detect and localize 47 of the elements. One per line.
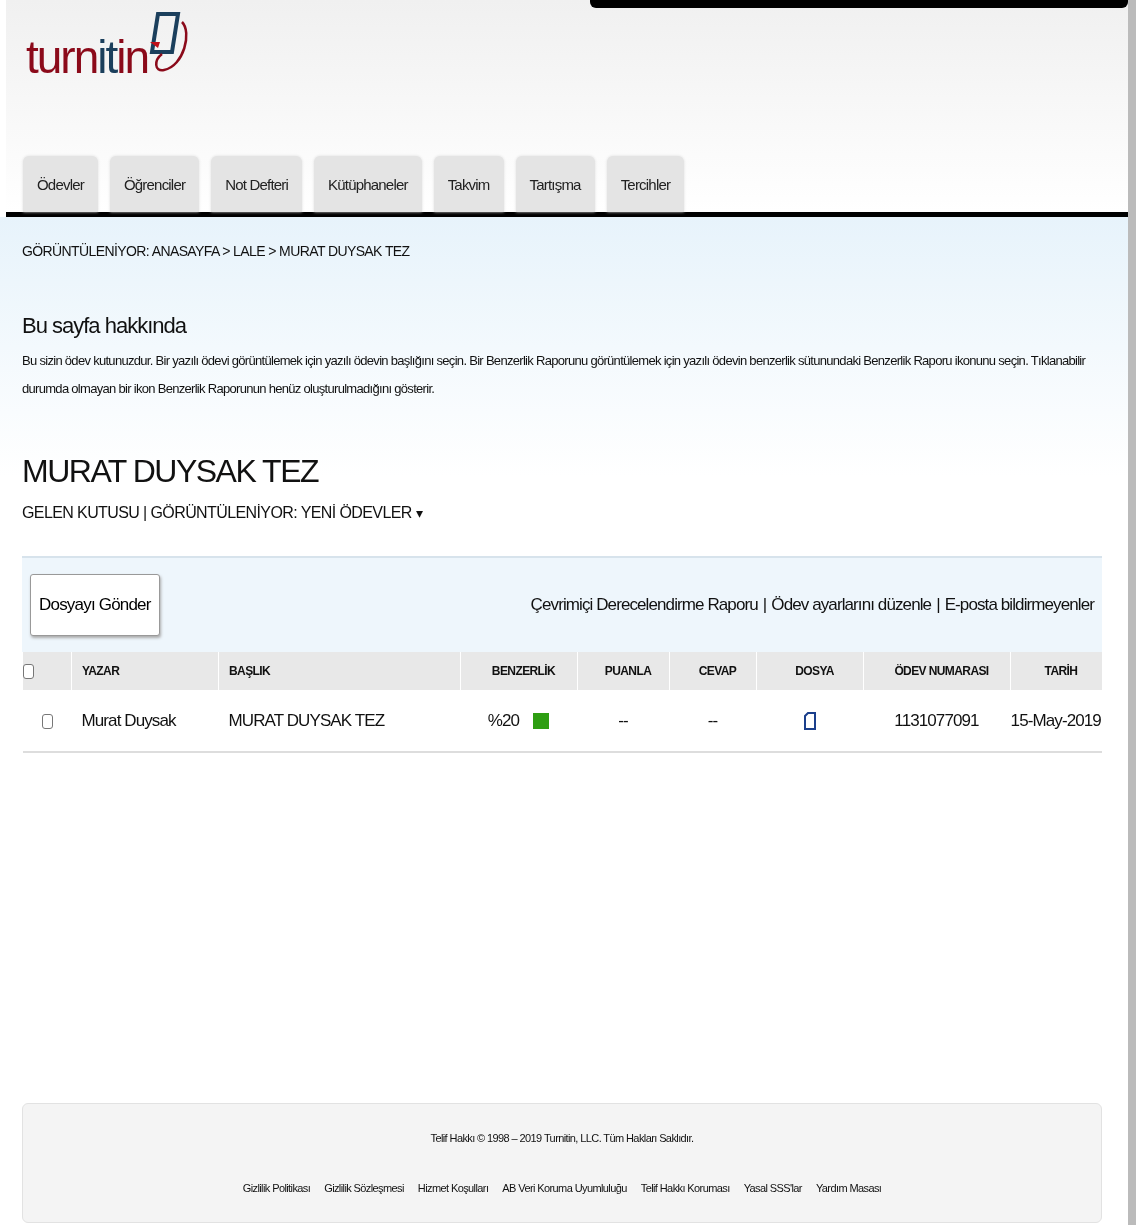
breadcrumb: GÖRÜNTÜLENİYOR: ANASAYFA > LALE > MURAT DUYSAK TEZ	[22, 243, 411, 259]
similarity-indicator[interactable]	[533, 712, 550, 729]
view-label: GELEN KUTUSU | GÖRÜNTÜLENİYOR: YENİ ÖDEVLER	[22, 504, 412, 522]
toolbar-link[interactable]: E-posta bildirmeyenler	[944, 595, 1094, 615]
logo-text: turnitin	[26, 30, 149, 84]
footer-link[interactable]: Telif Hakkı Koruması	[640, 1182, 730, 1194]
author-cell: Murat Duysak	[81, 710, 176, 730]
section-title: Bu sayfa hakkında	[22, 313, 188, 339]
footer-link[interactable]: Gizlilik Politikası	[242, 1182, 311, 1194]
nav-tab[interactable]: Kütüphaneler	[314, 156, 422, 212]
column-header[interactable]: BENZERLİK	[460, 652, 578, 690]
nav-tab[interactable]: Not Defteri	[211, 156, 303, 212]
paper-id-cell: 1131077091	[894, 710, 979, 730]
separator: |	[936, 595, 940, 615]
nav-tab[interactable]: Takvim	[433, 156, 504, 212]
similarity-value: %20	[487, 710, 520, 731]
footer-link[interactable]: AB Veri Koruma Uyumluluğu	[502, 1182, 627, 1194]
footer-link[interactable]: Yardım Masası	[815, 1182, 882, 1194]
document-icon[interactable]	[803, 712, 816, 730]
row-checkbox[interactable]	[41, 713, 53, 729]
date-cell: 15-May-2019	[1010, 710, 1101, 730]
title-link[interactable]: MURAT DUYSAK TEZ	[228, 710, 385, 730]
about-text: Bu sizin ödev kutunuzdur. Bir yazılı ödevi görüntülemek için yazılı ödevin başlığını seçin. Bir Benzerlik Raporunu görüntülemek için yazılı ödevin benzerlik sütunundaki Benzerlik Raporu ikonunu seçin. Tıklanabilir durumda olmayan bir ikon Benzerlik Raporunun henüz oluşturulmadığını gösterir.	[22, 352, 1087, 398]
separator: |	[762, 595, 767, 615]
column-header[interactable]: CEVAP	[669, 652, 757, 690]
nav-tab[interactable]: Ödevler	[23, 156, 98, 212]
column-header[interactable]: BAŞLIK	[218, 652, 461, 690]
submit-button[interactable]: Dosyayı Gönder	[30, 574, 160, 636]
footer-link[interactable]: Yasal SSS'lar	[743, 1182, 802, 1194]
caret-icon[interactable]: ▾	[415, 505, 423, 521]
assignment-title: MURAT DUYSAK TEZ	[22, 453, 320, 490]
nav-tab[interactable]: Tartışma	[515, 156, 595, 212]
select-all-checkbox[interactable]	[23, 663, 34, 679]
footer-link[interactable]: Hizmet Koşulları	[417, 1182, 489, 1194]
column-header[interactable]: ÖDEV NUMARASI	[863, 652, 1011, 690]
nav-tab[interactable]: Öğrenciler	[109, 156, 200, 212]
column-header[interactable]: TARİH	[1010, 652, 1102, 690]
toolbar-link[interactable]: Çevrimiçi Derecelendirme Raporu	[530, 595, 758, 615]
toolbar-link[interactable]: Ödev ayarlarını düzenle	[771, 595, 932, 615]
copyright-text: Telif Hakkı © 1998 – 2019 Turnitin, LLC. Tüm Hakları Saklıdır.	[430, 1132, 694, 1144]
response-cell: --	[707, 710, 718, 730]
column-header[interactable]: DOSYA	[756, 652, 864, 690]
footer-link[interactable]: Gizlilik Sözleşmesi	[324, 1182, 404, 1194]
column-header[interactable]: PUANLA	[577, 652, 670, 690]
nav-tab[interactable]: Tercihler	[606, 156, 685, 212]
grade-cell: --	[618, 710, 628, 730]
column-header[interactable]: YAZAR	[71, 652, 219, 690]
